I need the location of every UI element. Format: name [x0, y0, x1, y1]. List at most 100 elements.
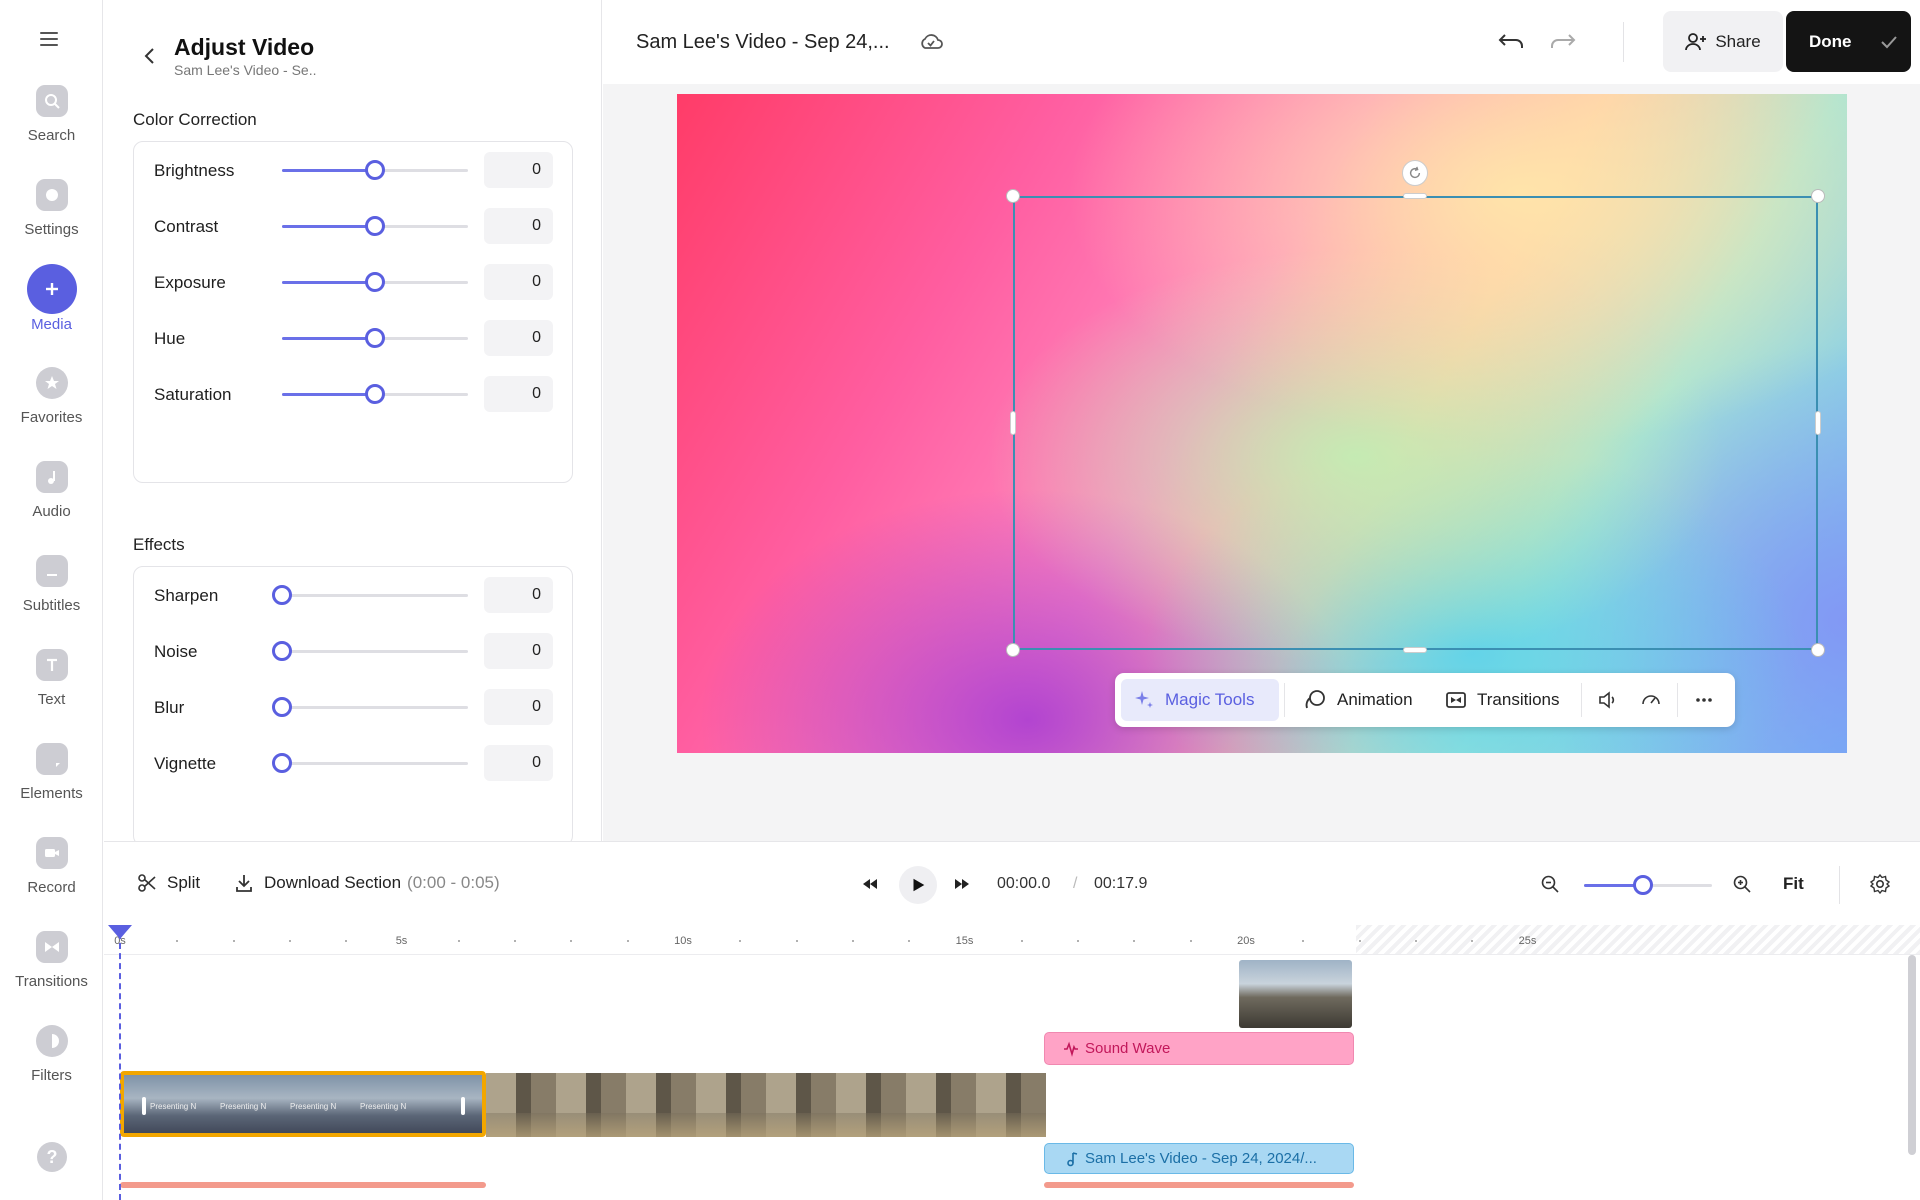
resize-handle-right[interactable] — [1815, 411, 1821, 435]
animation-button[interactable]: Animation — [1291, 679, 1425, 721]
rail-item-record[interactable]: Record — [0, 837, 103, 896]
noise-slider[interactable] — [272, 641, 468, 661]
selected-video-clip[interactable]: Presenting N Presenting N Presenting N P… — [120, 1071, 486, 1137]
exposure-slider[interactable] — [282, 272, 468, 292]
saturation-slider[interactable] — [282, 384, 468, 404]
saturation-slider-thumb[interactable] — [365, 384, 385, 404]
volume-button[interactable] — [1587, 679, 1629, 721]
blur-slider[interactable] — [272, 697, 468, 717]
ruler-tick-label: 10s — [674, 935, 692, 947]
brightness-slider-thumb[interactable] — [365, 160, 385, 180]
rail-label: Favorites — [20, 409, 83, 426]
magic-tools-button[interactable]: Magic Tools — [1121, 679, 1279, 721]
fit-button[interactable]: Fit — [1783, 874, 1804, 894]
zoom-slider-thumb[interactable] — [1632, 875, 1653, 895]
sound-wave-clip[interactable]: Sound Wave — [1044, 1032, 1354, 1065]
rail-item-media[interactable]: Media — [0, 264, 103, 333]
exposure-slider-thumb[interactable] — [365, 272, 385, 292]
download-section-button[interactable]: Download Section (0:00 - 0:05) — [234, 873, 500, 893]
hue-slider-fill — [282, 337, 375, 340]
zoom-out-button[interactable] — [1540, 874, 1560, 894]
effect-strip[interactable] — [120, 1182, 486, 1188]
resize-handle-bottom-left[interactable] — [1006, 643, 1020, 657]
exposure-value-field[interactable]: 0 — [484, 264, 553, 300]
rail-item-elements[interactable]: Elements — [0, 743, 103, 802]
playhead-handle[interactable] — [108, 925, 132, 939]
resize-handle-bottom[interactable] — [1403, 647, 1427, 653]
vignette-slider[interactable] — [272, 753, 468, 773]
slider-row-exposure: Exposure 0 — [134, 262, 574, 302]
resize-handle-left[interactable] — [1010, 411, 1016, 435]
effects-heading: Effects — [133, 535, 185, 554]
timeline-settings-button[interactable] — [1869, 873, 1891, 895]
vignette-slider-thumb[interactable] — [272, 753, 292, 773]
zoom-slider[interactable] — [1584, 875, 1712, 895]
hue-value-field[interactable]: 0 — [484, 320, 553, 356]
sharpen-slider[interactable] — [272, 585, 468, 605]
ruler-tick-label: 15s — [955, 935, 974, 947]
split-button[interactable]: Split — [137, 873, 200, 893]
back-chevron-icon[interactable] — [140, 46, 160, 66]
resize-handle-top-right[interactable] — [1811, 189, 1825, 203]
rail-item-search[interactable]: Search — [0, 85, 103, 144]
sharpen-slider-thumb[interactable] — [272, 585, 292, 605]
saturation-value-field[interactable]: 0 — [484, 376, 553, 412]
transitions-button[interactable]: Transitions — [1433, 679, 1572, 721]
document-title[interactable]: Sam Lee's Video - Sep 24,... — [636, 31, 890, 54]
brightness-value-field[interactable]: 0 — [484, 152, 553, 188]
resize-handle-top-left[interactable] — [1006, 189, 1020, 203]
resize-handle-top[interactable] — [1403, 193, 1427, 199]
speedometer-icon — [1642, 695, 1660, 705]
sharpen-value-field[interactable]: 0 — [484, 577, 553, 613]
contrast-value-field[interactable]: 0 — [484, 208, 553, 244]
rail-item-favorites[interactable]: Favorites — [0, 367, 103, 426]
rail-item-audio[interactable]: Audio — [0, 461, 103, 520]
clip-trim-handle-left[interactable] — [142, 1097, 146, 1115]
time-ruler[interactable]: 0s 5s 10s 15s 20s 25s — [104, 925, 1920, 955]
undo-icon[interactable] — [1496, 29, 1526, 55]
clip-trim-handle-right[interactable] — [461, 1097, 465, 1115]
more-options-button[interactable] — [1683, 679, 1725, 721]
noise-value-field[interactable]: 0 — [484, 633, 553, 669]
noise-slider-thumb[interactable] — [272, 641, 292, 661]
animation-icon — [1305, 690, 1325, 709]
vignette-value-field[interactable]: 0 — [484, 745, 553, 781]
timeline-scrollbar[interactable] — [1908, 955, 1916, 1155]
share-button[interactable]: Share — [1663, 11, 1783, 72]
contrast-slider-thumb[interactable] — [365, 216, 385, 236]
hue-slider[interactable] — [282, 328, 468, 348]
resize-handle-bottom-right[interactable] — [1811, 643, 1825, 657]
video-clip[interactable] — [486, 1073, 1046, 1137]
audio-clip[interactable]: Sam Lee's Video - Sep 24, 2024/... — [1044, 1143, 1354, 1174]
rewind-icon — [863, 879, 877, 889]
image-clip[interactable] — [1239, 960, 1352, 1028]
contrast-slider[interactable] — [282, 216, 468, 236]
blur-slider-thumb[interactable] — [272, 697, 292, 717]
selection-box[interactable] — [1013, 196, 1818, 650]
zoom-in-button[interactable] — [1732, 874, 1752, 894]
speed-button[interactable] — [1630, 679, 1672, 721]
rail-item-settings[interactable]: Settings — [0, 179, 103, 238]
done-button[interactable]: Done — [1786, 11, 1911, 72]
rewind-button[interactable] — [860, 874, 880, 894]
rail-item-transitions[interactable]: Transitions — [0, 931, 103, 990]
rail-item-text[interactable]: Text — [0, 649, 103, 708]
hamburger-menu-icon[interactable] — [40, 32, 62, 50]
fast-forward-button[interactable] — [952, 874, 972, 894]
rotate-icon[interactable] — [1402, 160, 1428, 186]
ruler-tick-label: 20s — [1237, 935, 1255, 947]
panel-subtitle: Sam Lee's Video - Se.. — [174, 62, 317, 78]
timeline[interactable]: 0s 5s 10s 15s 20s 25s Sound Wave Presenting N… — [104, 925, 1920, 1200]
rail-item-filters[interactable]: Filters — [0, 1025, 103, 1084]
redo-icon[interactable] — [1548, 29, 1578, 55]
rail-item-subtitles[interactable]: Subtitles — [0, 555, 103, 614]
brightness-slider[interactable] — [282, 160, 468, 180]
ruler-tick-dot — [514, 940, 517, 942]
blur-value-field[interactable]: 0 — [484, 689, 553, 725]
hue-label: Hue — [154, 329, 186, 348]
check-icon — [1880, 35, 1897, 48]
hue-slider-thumb[interactable] — [365, 328, 385, 348]
play-button[interactable] — [899, 866, 937, 904]
help-icon[interactable]: ? — [37, 1142, 67, 1172]
effect-strip[interactable] — [1044, 1182, 1354, 1188]
